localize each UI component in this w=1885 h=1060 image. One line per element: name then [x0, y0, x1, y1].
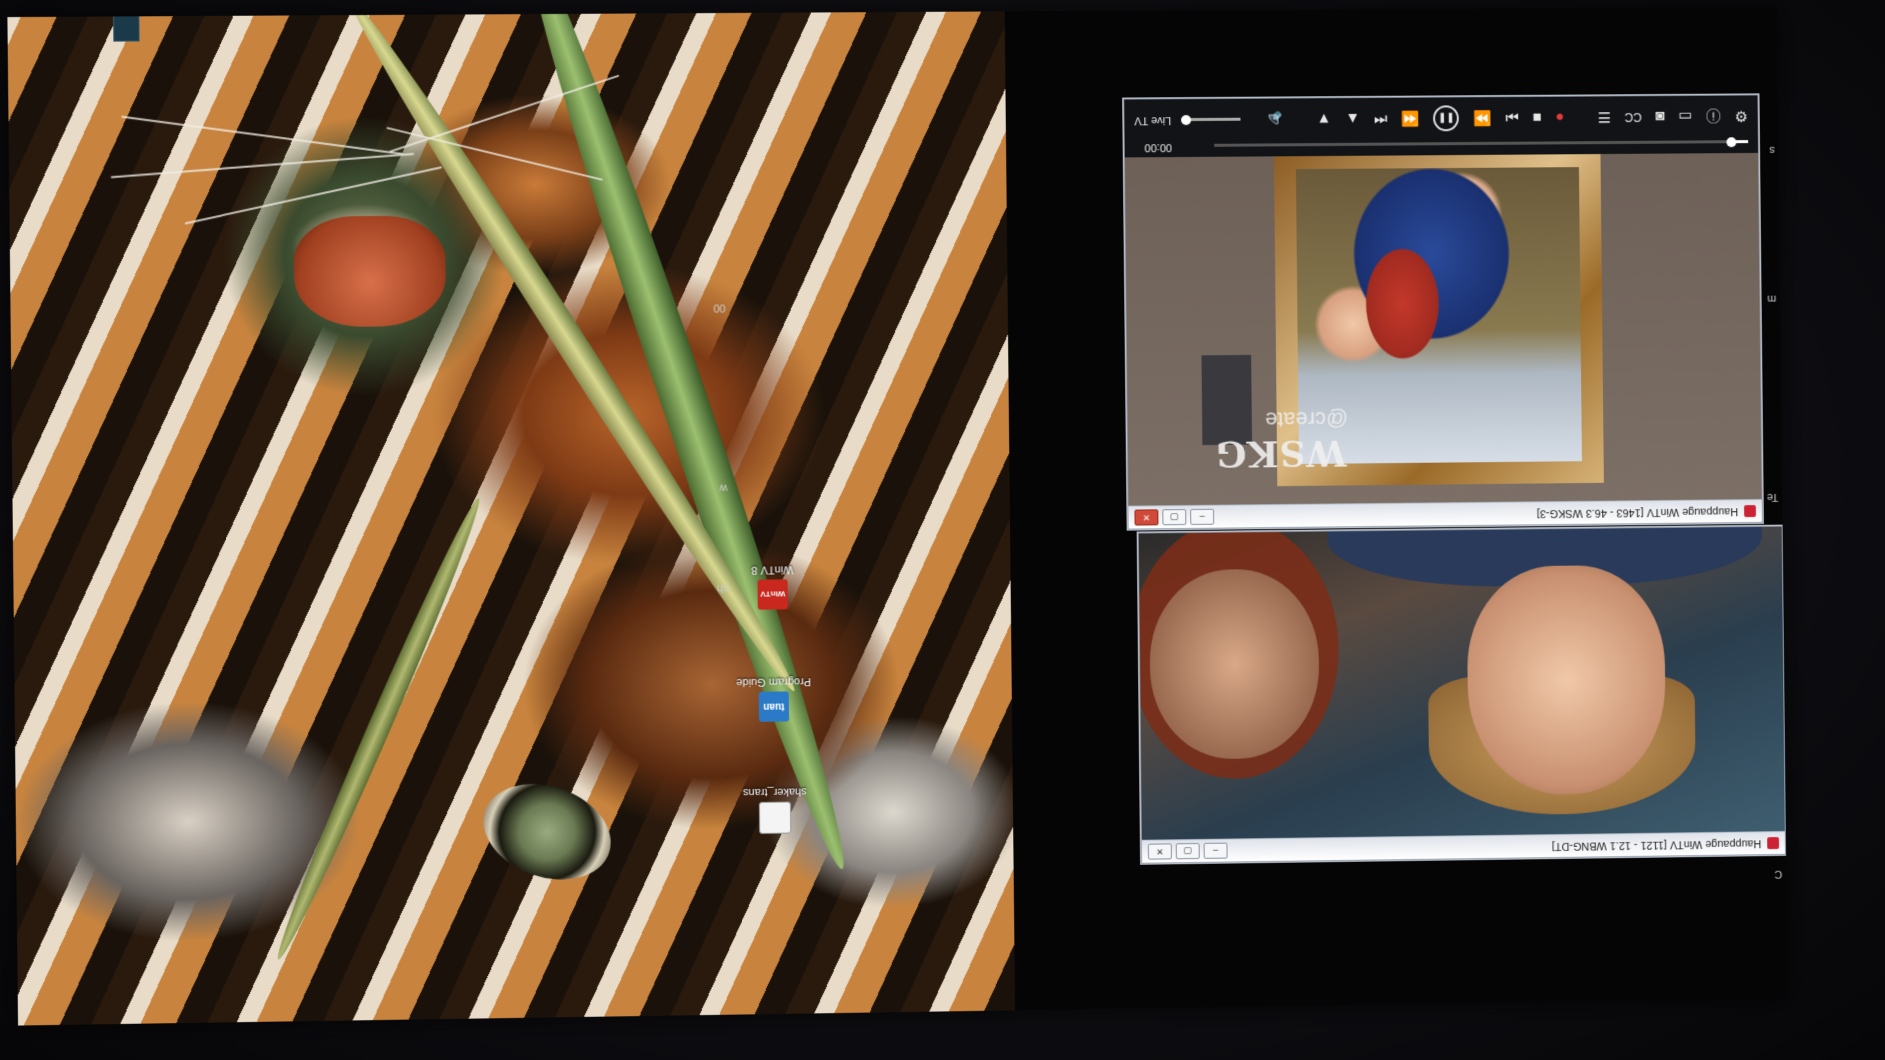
label-fragment: m	[1767, 293, 1776, 305]
pause-button[interactable]: ❚❚	[1433, 105, 1459, 131]
channel-up-button[interactable]: ▲	[1345, 110, 1360, 127]
channel-down-button[interactable]: ▼	[1317, 111, 1332, 128]
snapshot-icon[interactable]: ◙	[1655, 108, 1664, 125]
label-fragment: Te	[1767, 491, 1779, 503]
grass-blade	[268, 494, 489, 964]
volume-knob[interactable]	[1181, 116, 1191, 126]
close-button[interactable]: ✕	[1148, 843, 1172, 859]
label-fragment: s	[1769, 144, 1775, 156]
tiger-wallpaper	[7, 11, 1015, 1025]
label-fragment: sh	[717, 582, 729, 594]
previous-button[interactable]: ⏮	[1374, 110, 1388, 127]
desktop-rotated: shaker_trans tuan Program Guide WinTV Wi…	[7, 7, 1787, 1026]
wintv-app-icon	[1767, 837, 1779, 849]
file-icon	[759, 802, 791, 834]
subtitles-icon[interactable]: ▭	[1678, 108, 1692, 126]
guide-icon: tuan	[759, 691, 789, 721]
desktop-icon-label: shaker_trans	[743, 784, 807, 798]
next-button[interactable]: ⏭	[1505, 109, 1519, 126]
maximize-button[interactable]: ▢	[1162, 509, 1186, 525]
record-button[interactable]: ●	[1555, 109, 1564, 126]
info-icon[interactable]: ⓘ	[1706, 106, 1721, 127]
desktop-icons: shaker_trans tuan Program Guide WinTV Wi…	[730, 497, 814, 834]
desktop-icon-wintv-8[interactable]: WinTV WinTV 8	[734, 519, 811, 610]
video-pane[interactable]: WSKG @create 00:00 ⚙ ⓘ ▭ ◙ CC ☰ ● ■ ⏭ ⏩ …	[1124, 95, 1761, 505]
volume-icon[interactable]: 🔈	[1265, 110, 1284, 128]
cc-icon[interactable]: CC	[1625, 110, 1642, 124]
settings-icon[interactable]: ⚙	[1735, 107, 1748, 125]
live-tv-label: Live TV	[1134, 114, 1171, 126]
person-face	[1466, 565, 1666, 796]
window-buttons: – ▢ ✕	[1148, 843, 1228, 860]
desktop-icon-label: Program Guide	[736, 674, 811, 688]
label-fragment: 00	[713, 302, 725, 314]
wintv-icon: WinTV	[758, 579, 788, 609]
control-buttons: ⚙ ⓘ ▭ ◙ CC ☰ ● ■ ⏭ ⏩ ❚❚ ⏪ ⏮ ▲ ▼ 🔈 Live T…	[1134, 103, 1748, 133]
desktop-icon-program-guide[interactable]: tuan Program Guide	[735, 631, 812, 722]
seek-knob[interactable]	[1726, 137, 1736, 147]
video-pane[interactable]	[1139, 527, 1785, 840]
volume-slider[interactable]	[1181, 118, 1241, 121]
maximize-button[interactable]: ▢	[1176, 843, 1200, 859]
tiger-nose	[293, 215, 446, 327]
whisker	[111, 153, 414, 178]
rewind-button[interactable]: ⏪	[1401, 110, 1420, 128]
desktop-icon-label: WinTV 8	[751, 562, 793, 575]
whisker	[121, 116, 402, 155]
whisker	[185, 166, 442, 224]
desktop-icon-shaker-trans[interactable]: shaker_trans	[736, 743, 813, 834]
window-title: Hauppauge WinTV [1463 - 46.3 WSKG-3]	[1214, 505, 1738, 522]
close-button[interactable]: ✕	[1134, 509, 1158, 525]
label-fragment: w	[719, 482, 727, 494]
wintv-window-wbng[interactable]: Hauppauge WinTV [1121 - 12.1 WBNG-DT] – …	[1138, 526, 1786, 864]
wintv-window-wskg[interactable]: Hauppauge WinTV [1463 - 46.3 WSKG-3] – ▢…	[1123, 94, 1763, 529]
window-title: Hauppauge WinTV [1121 - 12.1 WBNG-DT]	[1227, 837, 1761, 856]
minimize-button[interactable]: –	[1204, 843, 1228, 859]
stop-button[interactable]: ■	[1533, 109, 1542, 126]
time-readout: 00:00	[1145, 141, 1173, 153]
channel-sublogo: @create	[1265, 406, 1348, 433]
label-fragment: C	[1774, 868, 1782, 880]
fast-forward-button[interactable]: ⏩	[1473, 109, 1492, 127]
seek-bar[interactable]	[1214, 140, 1748, 147]
monitor-bezel: shaker_trans tuan Program Guide WinTV Wi…	[0, 0, 1885, 1060]
screen: shaker_trans tuan Program Guide WinTV Wi…	[7, 7, 1787, 1026]
window-buttons: – ▢ ✕	[1134, 509, 1214, 526]
minimize-button[interactable]: –	[1190, 509, 1214, 525]
channel-logo: WSKG	[1215, 432, 1347, 475]
person-face	[1149, 568, 1320, 759]
wintv-app-icon	[1744, 505, 1756, 517]
museum-plaque	[1201, 355, 1252, 445]
list-icon[interactable]: ☰	[1598, 108, 1611, 126]
player-controls: 00:00 ⚙ ⓘ ▭ ◙ CC ☰ ● ■ ⏭ ⏩ ❚❚ ⏪ ⏮ ▲ ▼ 🔈 …	[1124, 95, 1758, 157]
start-button[interactable]	[113, 15, 140, 41]
tiger-eye	[470, 768, 624, 896]
